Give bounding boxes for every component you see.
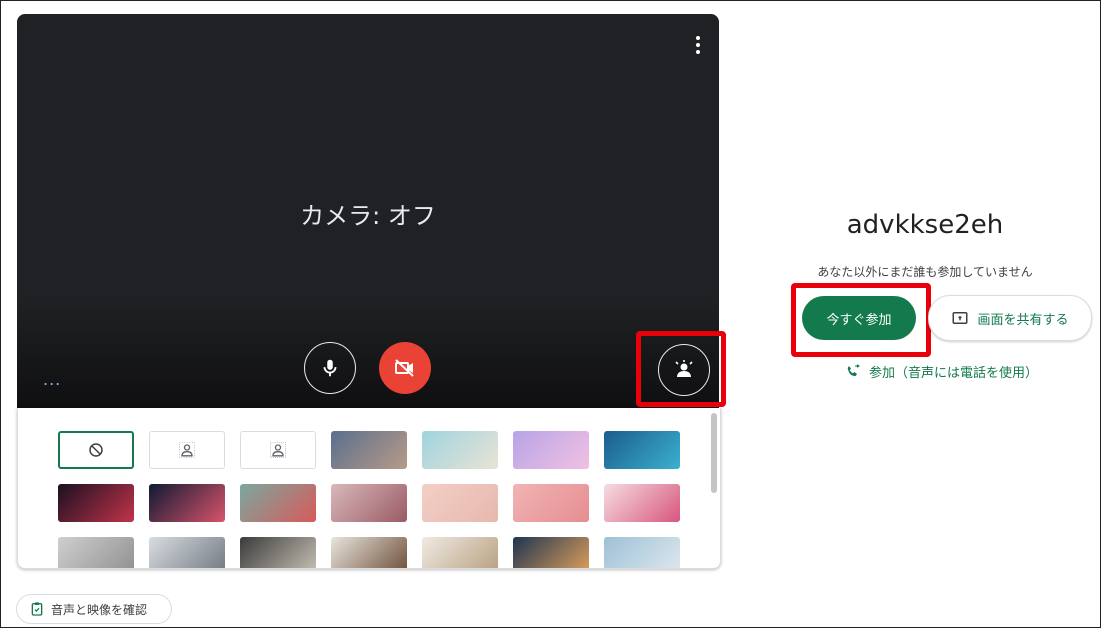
background-image-option[interactable]: [240, 537, 316, 568]
background-image-option[interactable]: [331, 431, 407, 469]
background-image-option[interactable]: [513, 484, 589, 522]
join-by-phone-label: 参加（音声には電話を使用）: [869, 366, 1039, 381]
background-none-option[interactable]: [58, 431, 134, 469]
background-image-option[interactable]: [513, 537, 589, 568]
background-image-option[interactable]: [149, 484, 225, 522]
background-image-option[interactable]: [422, 431, 498, 469]
camera-toggle-button[interactable]: [379, 342, 431, 394]
preview-shade: [17, 298, 719, 408]
effects-highlight-box: [636, 331, 726, 407]
participants-status: あなた以外にまだ誰も参加していません: [817, 265, 1033, 279]
background-image-option[interactable]: [513, 431, 589, 469]
background-image-option[interactable]: [422, 537, 498, 568]
background-picker: [17, 408, 721, 569]
join-now-button[interactable]: 今すぐ参加: [802, 296, 916, 340]
background-image-option[interactable]: [604, 537, 680, 568]
background-scrollbar[interactable]: [711, 413, 717, 493]
background-image-option[interactable]: [331, 537, 407, 568]
person-blur-icon: [179, 442, 195, 458]
mic-icon: [323, 359, 337, 377]
background-image-option[interactable]: [604, 484, 680, 522]
background-image-option[interactable]: [240, 484, 316, 522]
present-screen-icon: [952, 312, 968, 324]
meeting-code: advkkse2eh: [846, 210, 1004, 240]
status-ellipsis: ...: [43, 370, 62, 389]
videocam-off-icon: [395, 359, 414, 377]
camera-status-text: カメラ: オフ: [300, 202, 436, 230]
background-image-option[interactable]: [58, 484, 134, 522]
background-slight-blur-option[interactable]: [149, 431, 225, 469]
more-vert-icon[interactable]: [695, 36, 701, 56]
background-blur-option[interactable]: [240, 431, 316, 469]
join-by-phone-link[interactable]: 参加（音声には電話を使用）: [845, 362, 1038, 381]
check-audio-video-label: 音声と映像を確認: [51, 602, 148, 617]
share-screen-button[interactable]: 画面を共有する: [928, 295, 1092, 341]
check-audio-video-button[interactable]: 音声と映像を確認: [16, 594, 172, 624]
video-preview: カメラ: オフ ...: [17, 14, 719, 408]
clipboard-check-icon: [31, 602, 43, 616]
phone-forward-icon: [847, 363, 860, 376]
background-image-option[interactable]: [149, 537, 225, 568]
background-image-option[interactable]: [422, 484, 498, 522]
share-screen-label: 画面を共有する: [977, 312, 1069, 328]
person-blur-icon: [270, 442, 286, 458]
block-icon: [89, 443, 103, 457]
mic-toggle-button[interactable]: [304, 342, 356, 394]
background-image-option[interactable]: [331, 484, 407, 522]
background-image-option[interactable]: [58, 537, 134, 568]
background-image-option[interactable]: [604, 431, 680, 469]
